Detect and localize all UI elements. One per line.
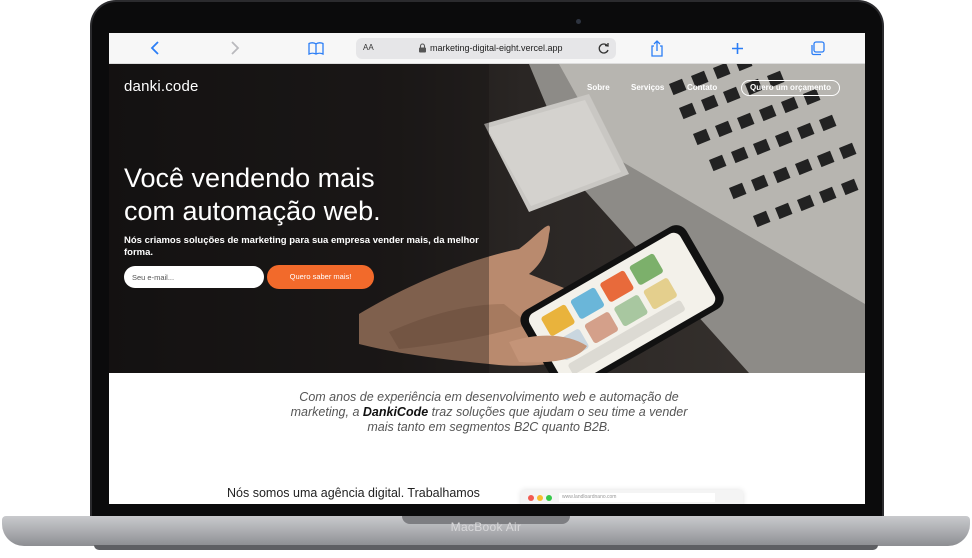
nav-link-sobre[interactable]: Sobre xyxy=(587,83,610,92)
maximize-dot xyxy=(546,495,552,501)
bookmarks-icon[interactable] xyxy=(306,39,326,57)
hero-title-line-1: Você vendendo mais xyxy=(124,163,375,193)
intro-paragraph: Com anos de experiência em desenvolvimen… xyxy=(279,390,699,435)
close-dot xyxy=(528,495,534,501)
tabs-overview-icon[interactable] xyxy=(807,39,827,57)
request-quote-button[interactable]: Quero um orçamento xyxy=(741,80,840,96)
mini-browser-url: www.landloardnano.com xyxy=(559,493,715,502)
agency-heading: Nós somos uma agência digital. Trabalham… xyxy=(227,486,480,500)
screen: AA marketing-digital-eight.vercel.app da… xyxy=(109,33,865,504)
new-tab-icon[interactable] xyxy=(727,39,747,57)
lock-icon xyxy=(419,43,426,53)
intro-section: Com anos de experiência em desenvolvimen… xyxy=(109,373,865,504)
nav-link-servicos[interactable]: Serviços xyxy=(631,83,664,92)
macbook-frame: MacBook Air AA marketing-digital-eight.v… xyxy=(0,0,972,558)
safari-toolbar: AA marketing-digital-eight.vercel.app xyxy=(109,33,865,64)
back-icon[interactable] xyxy=(145,39,165,57)
email-input[interactable] xyxy=(124,266,264,288)
hero-title: Você vendendo mais com automação web. xyxy=(124,162,424,228)
url-text: marketing-digital-eight.vercel.app xyxy=(430,43,563,53)
intro-brand: DankiCode xyxy=(362,405,429,419)
mini-browser-mockup: www.landloardnano.com xyxy=(521,490,743,504)
camera xyxy=(576,19,581,24)
share-icon[interactable] xyxy=(647,39,667,57)
reload-icon[interactable] xyxy=(597,41,610,55)
hero-title-line-2: com automação web. xyxy=(124,196,381,226)
nav-link-contato[interactable]: Contato xyxy=(687,83,717,92)
forward-icon[interactable] xyxy=(225,39,245,57)
address-bar[interactable]: AA marketing-digital-eight.vercel.app xyxy=(356,38,616,59)
hero-section: danki.code Sobre Serviços Contato Quero … xyxy=(109,64,865,373)
model-label: MacBook Air xyxy=(450,520,522,534)
learn-more-button[interactable]: Quero saber mais! xyxy=(267,265,374,289)
minimize-dot xyxy=(537,495,543,501)
laptop-foot xyxy=(94,545,878,550)
site-logo[interactable]: danki.code xyxy=(124,78,199,95)
hero-subtitle: Nós criamos soluções de marketing para s… xyxy=(124,235,479,258)
text-size-button[interactable]: AA xyxy=(363,43,374,52)
